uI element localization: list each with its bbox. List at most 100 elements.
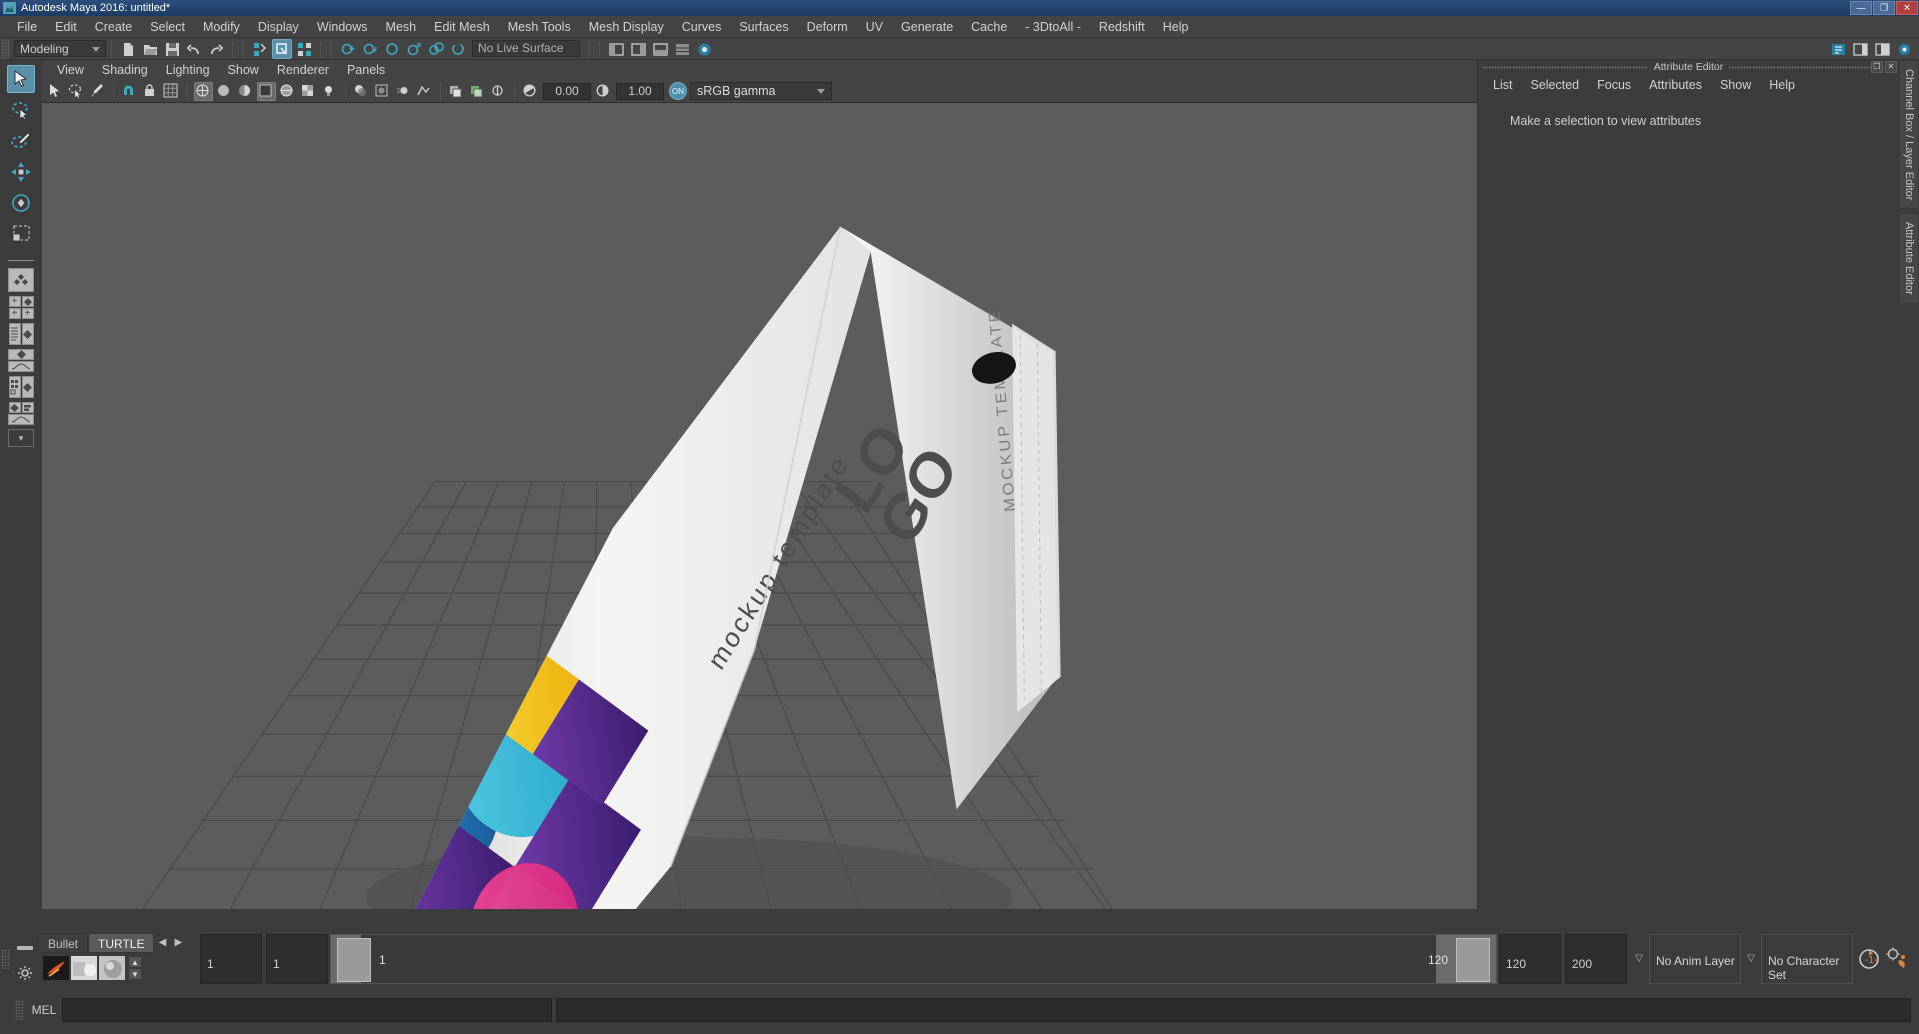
- minimize-button[interactable]: —: [1850, 1, 1872, 15]
- lasso-select-tool[interactable]: [7, 96, 35, 124]
- isolate-select-icon[interactable]: [447, 82, 466, 101]
- menu-windows[interactable]: Windows: [308, 16, 377, 38]
- ae-menu-help[interactable]: Help: [1760, 74, 1804, 96]
- range-row-grip[interactable]: [1, 948, 10, 969]
- persp-graph-layout[interactable]: [8, 349, 34, 372]
- show-hide-editors-icon[interactable]: [606, 39, 626, 59]
- up-arrow-icon[interactable]: ▲: [128, 955, 142, 968]
- wireframe-icon[interactable]: [194, 81, 213, 101]
- animation-start-time-field[interactable]: 1: [200, 933, 262, 984]
- show-hide-attribute-editor-icon[interactable]: [1850, 39, 1870, 59]
- exposure-icon[interactable]: [521, 82, 540, 101]
- smooth-shade-selected-icon[interactable]: [236, 82, 255, 101]
- rotate-tool[interactable]: [7, 189, 35, 217]
- tab-channel-box-layer-editor[interactable]: Channel Box / Layer Editor: [1899, 60, 1919, 210]
- shadows-icon[interactable]: [352, 82, 371, 101]
- command-input[interactable]: [62, 998, 552, 1022]
- live-surface-field[interactable]: No Live Surface: [472, 40, 580, 57]
- show-hide-modeling-toolkit-icon[interactable]: [1828, 39, 1848, 59]
- next-shelf-icon[interactable]: ▶: [170, 937, 186, 948]
- paint-select-tool[interactable]: [7, 127, 35, 155]
- select-by-component-icon[interactable]: [294, 39, 314, 59]
- exposure-field[interactable]: 0.00: [543, 82, 591, 100]
- menu-create[interactable]: Create: [86, 16, 142, 38]
- menu-generate[interactable]: Generate: [892, 16, 962, 38]
- xray-joints-icon[interactable]: [489, 82, 508, 101]
- menu-help[interactable]: Help: [1154, 16, 1198, 38]
- show-hide-tool-settings-icon[interactable]: [1894, 39, 1914, 59]
- menu-redshift[interactable]: Redshift: [1090, 16, 1154, 38]
- menu-surfaces[interactable]: Surfaces: [730, 16, 797, 38]
- select-by-object-icon[interactable]: [272, 38, 292, 59]
- snap-to-grid-icon[interactable]: [338, 39, 358, 59]
- menu-edit[interactable]: Edit: [46, 16, 86, 38]
- snap-to-curve-icon[interactable]: [360, 39, 380, 59]
- redo-icon[interactable]: [206, 39, 226, 59]
- ae-menu-list[interactable]: List: [1484, 74, 1521, 96]
- viewport-3d[interactable]: MOCKUP TEMPLATE LO GO mockup template: [42, 103, 1477, 1008]
- select-tool-icon[interactable]: [46, 82, 65, 101]
- ae-menu-show[interactable]: Show: [1711, 74, 1760, 96]
- shelf-menu-icon[interactable]: [17, 945, 33, 950]
- range-start-handle[interactable]: [337, 937, 371, 982]
- menu-3dtoall[interactable]: - 3DtoAll -: [1016, 16, 1090, 38]
- open-scene-icon[interactable]: [140, 39, 160, 59]
- shelf-settings-icon[interactable]: [18, 965, 32, 980]
- contrast-icon[interactable]: [594, 82, 613, 101]
- animation-end-time-field[interactable]: 200: [1565, 933, 1627, 984]
- motion-blur-icon[interactable]: [394, 82, 413, 101]
- menu-mesh[interactable]: Mesh: [377, 16, 426, 38]
- auto-keyframe-icon[interactable]: -1-: [1856, 946, 1882, 972]
- smooth-shade-all-icon[interactable]: [215, 82, 234, 101]
- menu-mesh-tools[interactable]: Mesh Tools: [499, 16, 580, 38]
- new-scene-icon[interactable]: [118, 39, 138, 59]
- snap-to-projected-center-icon[interactable]: [404, 39, 424, 59]
- color-management-toggle[interactable]: ON: [669, 82, 687, 100]
- shelf-tab-turtle[interactable]: TURTLE: [88, 932, 155, 953]
- maximize-button[interactable]: ❐: [1873, 1, 1895, 15]
- four-view-layout[interactable]: + + +: [8, 296, 34, 319]
- panel-menu-panels[interactable]: Panels: [338, 60, 394, 80]
- save-scene-icon[interactable]: [162, 39, 182, 59]
- anim-layer-selector[interactable]: No Anim Layer: [1649, 933, 1741, 984]
- lights-icon[interactable]: [320, 82, 339, 101]
- command-language-label[interactable]: MEL: [26, 1003, 62, 1017]
- make-live-icon[interactable]: [448, 39, 468, 59]
- animation-preferences-icon[interactable]: [1885, 946, 1911, 972]
- color-profile-selector[interactable]: sRGB gamma: [690, 82, 832, 100]
- textures-icon[interactable]: [299, 82, 318, 101]
- select-by-hierarchy-icon[interactable]: [250, 39, 270, 59]
- multisample-icon[interactable]: [415, 82, 434, 101]
- menu-deform[interactable]: Deform: [798, 16, 857, 38]
- single-perspective-layout[interactable]: [8, 268, 34, 292]
- window-controls[interactable]: — ❐ ✕: [1850, 0, 1919, 16]
- outliner-graph-layout[interactable]: [8, 402, 34, 425]
- render-view-icon[interactable]: [694, 39, 714, 59]
- attribute-editor-toggle-icon[interactable]: [628, 39, 648, 59]
- hypershade-persp-layout[interactable]: [8, 376, 34, 398]
- move-tool[interactable]: [7, 158, 35, 186]
- down-arrow-icon[interactable]: ▼: [128, 967, 142, 980]
- menu-curves[interactable]: Curves: [673, 16, 731, 38]
- anim-layer-dropdown-arrow[interactable]: ▽: [1629, 934, 1649, 984]
- panel-menu-shading[interactable]: Shading: [93, 60, 157, 80]
- flat-shade-icon[interactable]: [257, 81, 276, 101]
- turtle-material-icon[interactable]: [98, 954, 126, 981]
- snap-to-point-icon[interactable]: [382, 39, 402, 59]
- menu-cache[interactable]: Cache: [962, 16, 1016, 38]
- show-hide-channel-box-icon[interactable]: [1872, 39, 1892, 59]
- magnet-icon[interactable]: [120, 82, 139, 101]
- tab-attribute-editor[interactable]: Attribute Editor: [1899, 213, 1919, 305]
- panel-menu-renderer[interactable]: Renderer: [268, 60, 338, 80]
- panel-menu-lighting[interactable]: Lighting: [157, 60, 219, 80]
- ae-menu-attributes[interactable]: Attributes: [1640, 74, 1711, 96]
- ae-menu-selected[interactable]: Selected: [1521, 74, 1588, 96]
- ae-menu-focus[interactable]: Focus: [1588, 74, 1640, 96]
- range-slider[interactable]: 1 120: [330, 933, 1497, 984]
- shelf-tab-bullet[interactable]: Bullet: [38, 932, 89, 953]
- wireframe-on-shaded-icon[interactable]: [278, 82, 297, 101]
- menu-select[interactable]: Select: [141, 16, 194, 38]
- panel-window-controls[interactable]: ❐ ✕: [1871, 61, 1897, 73]
- menu-uv[interactable]: UV: [857, 16, 892, 38]
- lock-camera-icon[interactable]: [141, 82, 160, 101]
